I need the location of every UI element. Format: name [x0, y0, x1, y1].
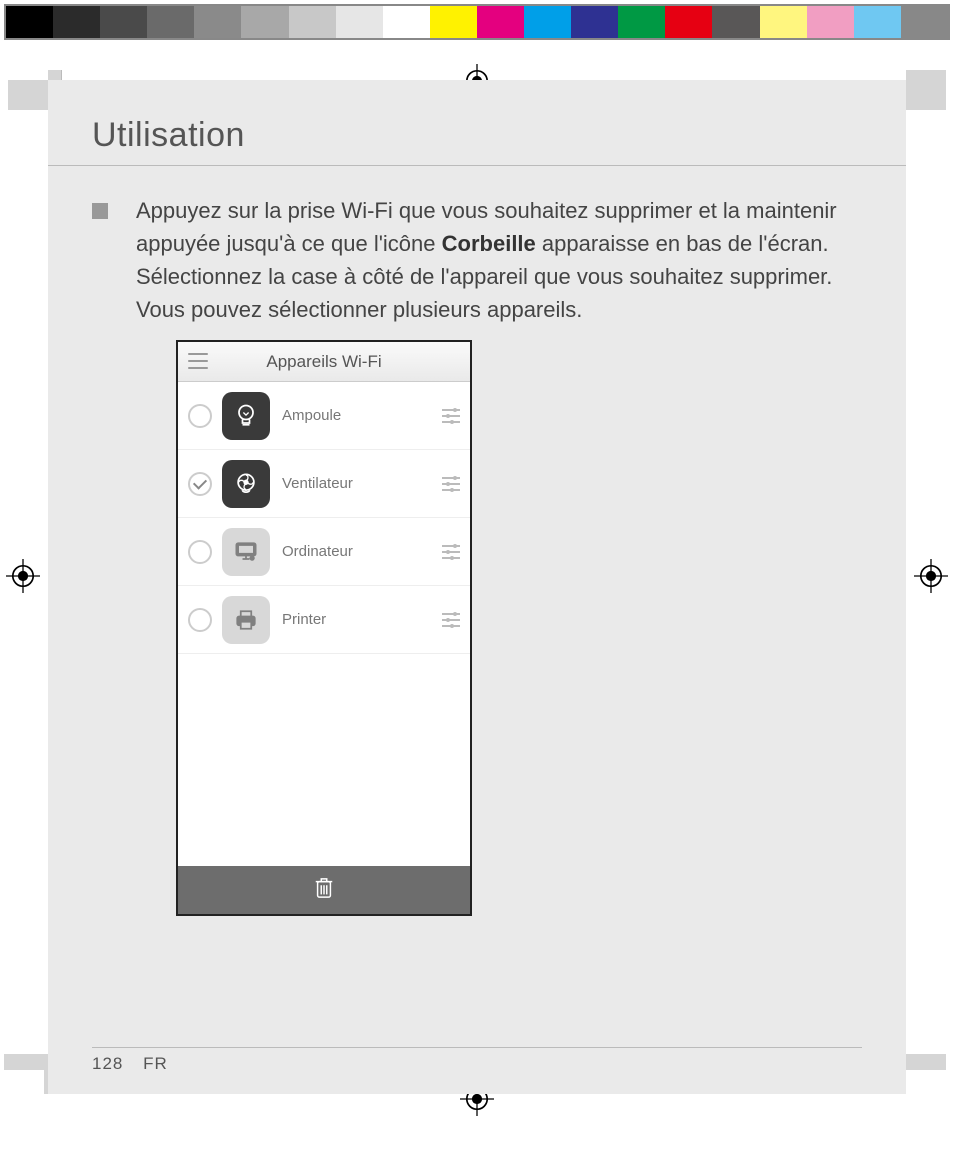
calibration-swatch: [6, 6, 53, 38]
calibration-swatch: [618, 6, 665, 38]
bullet-icon: [92, 203, 108, 219]
calibration-swatch: [524, 6, 571, 38]
calibration-swatch: [430, 6, 477, 38]
instruction-bold: Corbeille: [442, 231, 536, 256]
calibration-swatch: [665, 6, 712, 38]
calibration-swatch: [712, 6, 759, 38]
sliders-icon[interactable]: [442, 477, 460, 491]
calibration-swatch: [100, 6, 147, 38]
calibration-swatch: [194, 6, 241, 38]
trash-icon[interactable]: [313, 876, 335, 905]
calibration-swatch: [854, 6, 901, 38]
device-list: Ampoule Ventilateur Ordinateur Printer: [178, 382, 470, 866]
calibration-swatch: [53, 6, 100, 38]
calibration-swatch: [901, 6, 948, 38]
device-row[interactable]: Printer: [178, 586, 470, 654]
crop-mark: [906, 70, 946, 110]
footer-divider: [92, 1047, 862, 1048]
crop-mark: [8, 80, 48, 110]
fan-icon: [222, 460, 270, 508]
color-calibration-bar: [4, 4, 950, 40]
sliders-icon[interactable]: [442, 545, 460, 559]
app-screenshot: Appareils Wi-Fi Ampoule Ventilateur Ordina…: [176, 340, 472, 916]
device-row[interactable]: Ampoule: [178, 382, 470, 450]
sliders-icon[interactable]: [442, 409, 460, 423]
page-language: FR: [143, 1054, 168, 1073]
menu-icon[interactable]: [188, 353, 208, 369]
device-row[interactable]: Ventilateur: [178, 450, 470, 518]
computer-icon: [222, 528, 270, 576]
device-label: Printer: [282, 611, 442, 628]
calibration-swatch: [571, 6, 618, 38]
select-checkbox[interactable]: [188, 540, 212, 564]
registration-mark-icon: [6, 559, 40, 593]
device-row[interactable]: Ordinateur: [178, 518, 470, 586]
calibration-swatch: [289, 6, 336, 38]
page-footer: 128 FR: [92, 1054, 168, 1074]
page-title: Utilisation: [48, 110, 906, 165]
select-checkbox[interactable]: [188, 608, 212, 632]
calibration-swatch: [147, 6, 194, 38]
app-header: Appareils Wi-Fi: [178, 342, 470, 382]
calibration-swatch: [760, 6, 807, 38]
select-checkbox[interactable]: [188, 472, 212, 496]
calibration-swatch: [336, 6, 383, 38]
app-header-title: Appareils Wi-Fi: [266, 352, 381, 372]
registration-mark-icon: [914, 559, 948, 593]
crop-mark: [4, 1054, 44, 1070]
calibration-swatch: [807, 6, 854, 38]
instruction-paragraph: Appuyez sur la prise Wi-Fi que vous souh…: [48, 194, 906, 326]
calibration-swatch: [383, 6, 430, 38]
device-label: Ventilateur: [282, 475, 442, 492]
printer-icon: [222, 596, 270, 644]
device-label: Ampoule: [282, 407, 442, 424]
calibration-swatch: [477, 6, 524, 38]
page-number: 128: [92, 1054, 123, 1073]
app-footer: [178, 866, 470, 914]
sliders-icon[interactable]: [442, 613, 460, 627]
select-checkbox[interactable]: [188, 404, 212, 428]
calibration-swatch: [241, 6, 288, 38]
device-label: Ordinateur: [282, 543, 442, 560]
manual-page: Utilisation Appuyez sur la prise Wi-Fi q…: [48, 80, 906, 1094]
crop-mark: [906, 1054, 946, 1070]
divider: [48, 165, 906, 166]
bulb-icon: [222, 392, 270, 440]
